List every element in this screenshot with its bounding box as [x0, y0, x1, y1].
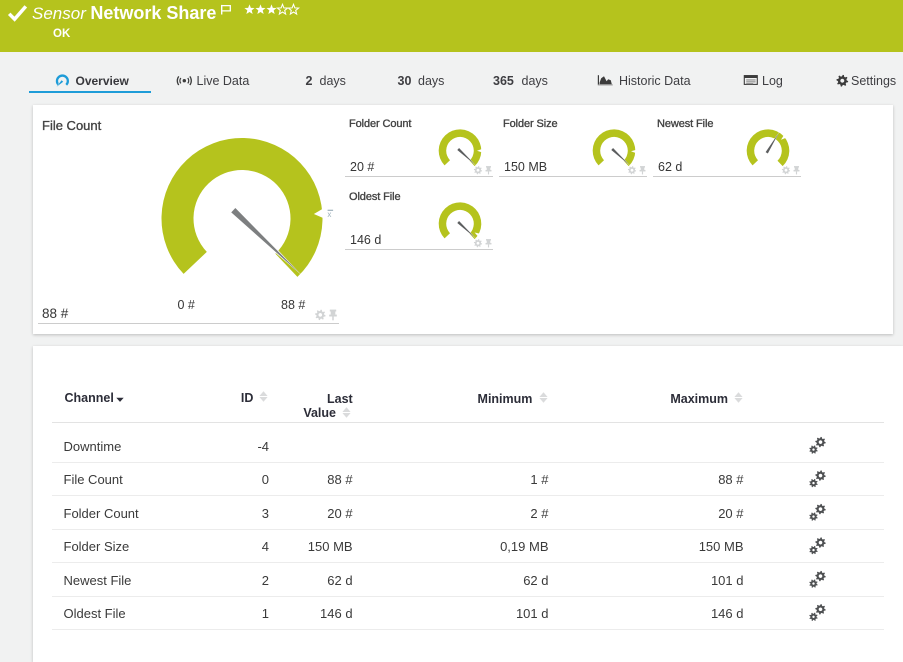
svg-text:x: x [327, 210, 331, 219]
